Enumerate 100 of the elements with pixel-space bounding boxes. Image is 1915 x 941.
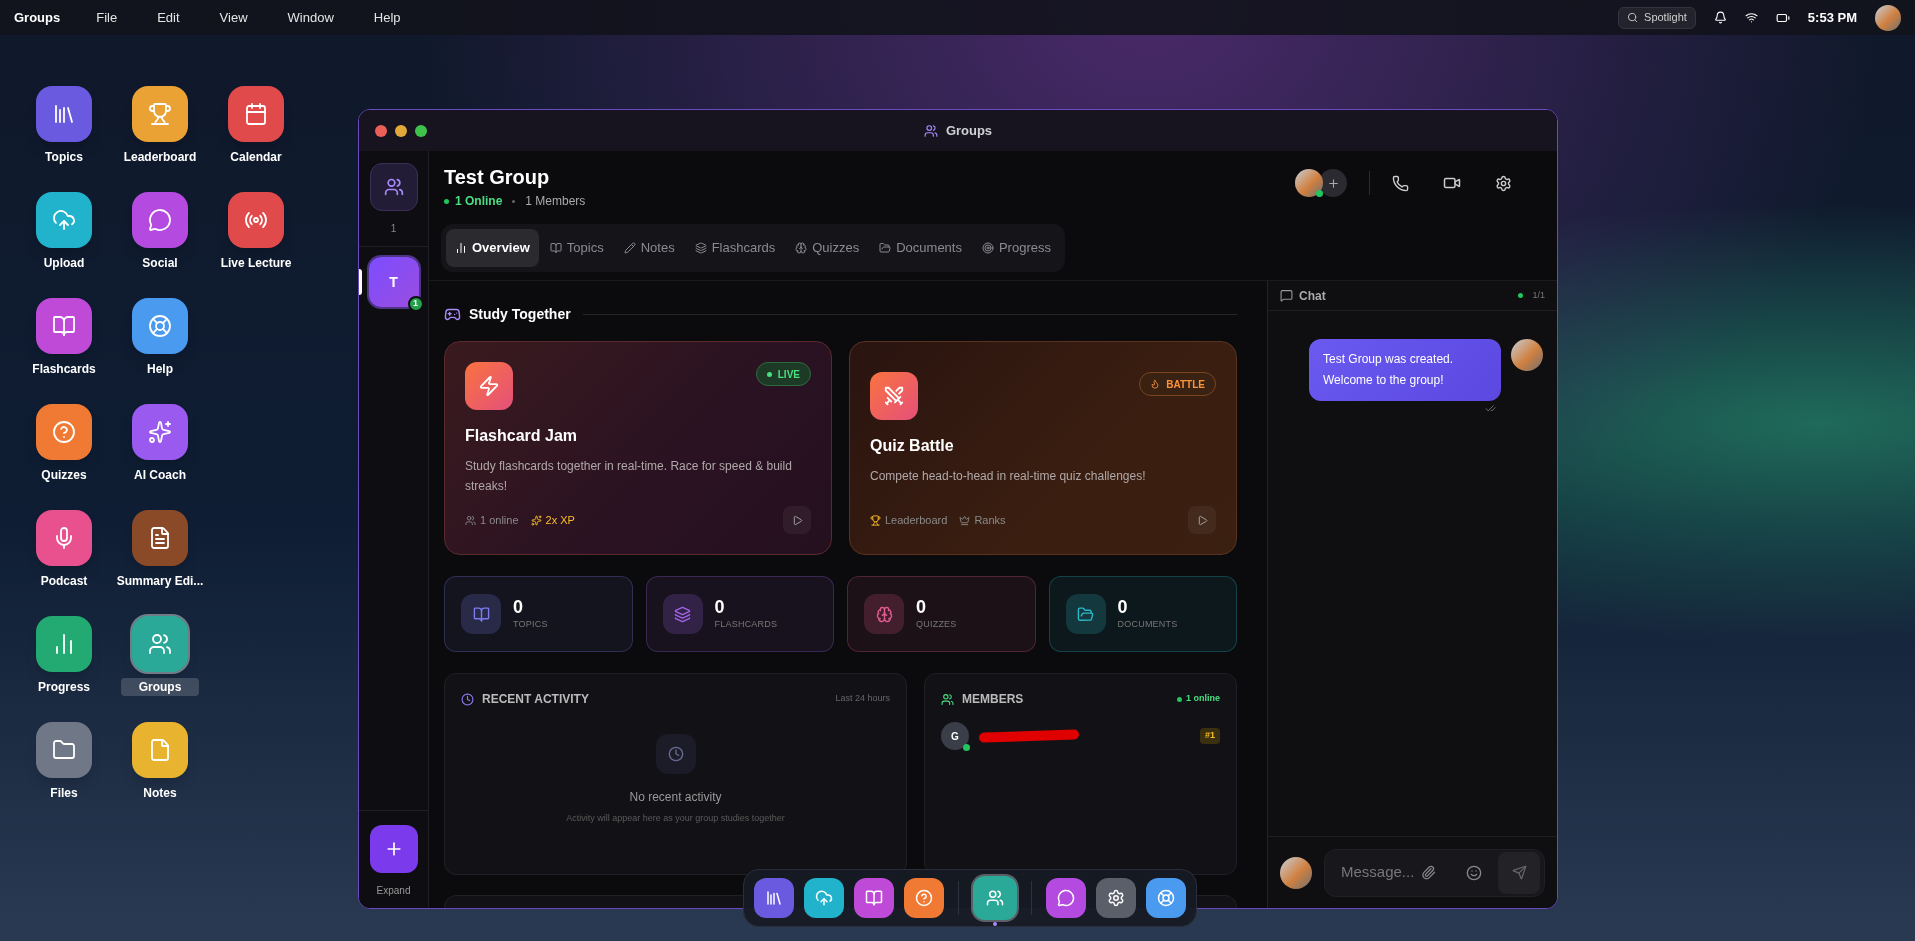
minimize-button[interactable] bbox=[395, 125, 407, 137]
play-icon bbox=[791, 514, 803, 526]
folder-icon bbox=[879, 242, 892, 254]
dock-icon[interactable] bbox=[904, 878, 944, 918]
app-icon[interactable] bbox=[132, 616, 188, 672]
member-count: 1 Members bbox=[525, 193, 586, 210]
maximize-button[interactable] bbox=[415, 125, 427, 137]
app-label[interactable]: Notes bbox=[135, 784, 185, 802]
bell-icon[interactable] bbox=[1713, 11, 1727, 24]
activity-card[interactable]: BATTLE Quiz Battle Compete head-to-head in real-time quiz challenges! Leaderboard Ranks bbox=[849, 341, 1237, 555]
dock-icon[interactable] bbox=[1046, 878, 1086, 918]
menu-item[interactable]: Window bbox=[287, 7, 334, 28]
online-count: 1 Online bbox=[455, 193, 503, 210]
expand-label[interactable]: Expand bbox=[376, 883, 411, 898]
app-label[interactable]: Quizzes bbox=[33, 466, 95, 484]
phone-icon[interactable] bbox=[1392, 174, 1409, 192]
app-icon[interactable] bbox=[228, 86, 284, 142]
app-icon[interactable] bbox=[132, 722, 188, 778]
wifi-icon[interactable] bbox=[1744, 11, 1758, 24]
app-icon[interactable] bbox=[132, 404, 188, 460]
app-label[interactable]: Upload bbox=[35, 254, 93, 272]
app-label[interactable]: Groups bbox=[121, 678, 199, 696]
dock-icon[interactable] bbox=[1096, 878, 1136, 918]
app-label[interactable]: Flashcards bbox=[24, 360, 104, 378]
app-label[interactable]: Leaderboard bbox=[115, 148, 205, 166]
app-label[interactable]: Social bbox=[134, 254, 186, 272]
group-count: 1 bbox=[390, 222, 397, 236]
app-icon[interactable] bbox=[132, 86, 188, 142]
app-icon[interactable] bbox=[132, 510, 188, 566]
app-label[interactable]: Podcast bbox=[32, 572, 96, 590]
menu-item[interactable]: Help bbox=[373, 7, 401, 28]
app-label[interactable]: Summary Edi... bbox=[108, 572, 212, 590]
people-icon bbox=[383, 177, 404, 197]
emoji-icon[interactable] bbox=[1466, 864, 1482, 881]
paperclip-icon[interactable] bbox=[1421, 865, 1436, 880]
app-icon[interactable] bbox=[132, 298, 188, 354]
tab[interactable]: Quizzes bbox=[786, 229, 869, 267]
app-label[interactable]: Live Lecture bbox=[212, 254, 300, 272]
menu-item[interactable]: File bbox=[96, 7, 118, 28]
app-label[interactable]: Topics bbox=[37, 148, 91, 166]
app-icon[interactable] bbox=[132, 192, 188, 248]
app-icon[interactable] bbox=[36, 510, 92, 566]
book-icon bbox=[865, 889, 883, 907]
spotlight-button[interactable]: Spotlight bbox=[1618, 6, 1696, 29]
tab[interactable]: Overview bbox=[446, 229, 539, 267]
people-icon bbox=[465, 514, 476, 526]
flame-icon bbox=[1150, 379, 1161, 389]
tab[interactable]: Flashcards bbox=[685, 229, 785, 267]
dock-icon[interactable] bbox=[754, 878, 794, 918]
send-icon bbox=[1511, 865, 1527, 880]
groups-button[interactable] bbox=[369, 163, 418, 211]
people-icon bbox=[941, 692, 954, 706]
app-icon[interactable] bbox=[228, 192, 284, 248]
app-icon[interactable] bbox=[36, 722, 92, 778]
app-name[interactable]: Groups bbox=[14, 7, 61, 28]
tab[interactable]: Topics bbox=[540, 229, 613, 267]
folder-icon bbox=[1077, 605, 1094, 623]
app-icon[interactable] bbox=[36, 192, 92, 248]
tab[interactable]: Notes bbox=[614, 229, 684, 267]
menu-item[interactable]: Edit bbox=[157, 7, 180, 28]
app-label[interactable]: Help bbox=[139, 360, 181, 378]
app-icon[interactable] bbox=[36, 616, 92, 672]
dock-icon[interactable] bbox=[973, 876, 1017, 920]
dock-icon[interactable] bbox=[804, 878, 844, 918]
settings-icon[interactable] bbox=[1495, 174, 1512, 192]
message-input[interactable]: Message... bbox=[1341, 861, 1421, 884]
unread-badge: 1 bbox=[407, 296, 424, 312]
book-icon bbox=[472, 605, 490, 623]
close-button[interactable] bbox=[375, 125, 387, 137]
activity-card[interactable]: LIVE Flashcard Jam Study flashcards together in real-time. Race for speed & build streaks! 1 online 2x XP bbox=[444, 341, 832, 555]
sparkles-icon bbox=[148, 420, 172, 444]
app-label[interactable]: Calendar bbox=[222, 148, 290, 166]
app-label[interactable]: Progress bbox=[30, 678, 98, 696]
dock-icon[interactable] bbox=[1146, 878, 1186, 918]
app-icon[interactable] bbox=[36, 404, 92, 460]
help-icon bbox=[52, 420, 76, 444]
play-button[interactable] bbox=[1188, 506, 1216, 534]
app-label[interactable]: AI Coach bbox=[126, 466, 194, 484]
pencil-icon bbox=[623, 242, 636, 254]
app-icon[interactable] bbox=[36, 86, 92, 142]
stat-label: QUIZZES bbox=[916, 618, 957, 632]
rank-badge: #1 bbox=[1200, 728, 1220, 744]
tab[interactable]: Progress bbox=[972, 229, 1060, 267]
people-icon bbox=[986, 889, 1004, 907]
online-count: 1/1 bbox=[1532, 288, 1545, 302]
stat-value: 0 bbox=[1117, 596, 1129, 619]
dock-icon[interactable] bbox=[854, 878, 894, 918]
member-avatar[interactable]: G bbox=[941, 722, 969, 750]
app-icon[interactable] bbox=[36, 298, 92, 354]
app-label[interactable]: Files bbox=[42, 784, 86, 802]
play-button[interactable] bbox=[783, 506, 811, 534]
invite-button[interactable] bbox=[1319, 169, 1347, 197]
menu-item[interactable]: View bbox=[219, 7, 248, 28]
brain-icon bbox=[875, 605, 893, 623]
bar-chart-icon bbox=[455, 242, 467, 254]
add-group-button[interactable] bbox=[369, 825, 418, 873]
tab[interactable]: Documents bbox=[870, 229, 971, 267]
section-title: Study Together bbox=[469, 305, 571, 324]
gamepad-icon bbox=[444, 306, 461, 323]
lightning-icon bbox=[478, 375, 500, 397]
